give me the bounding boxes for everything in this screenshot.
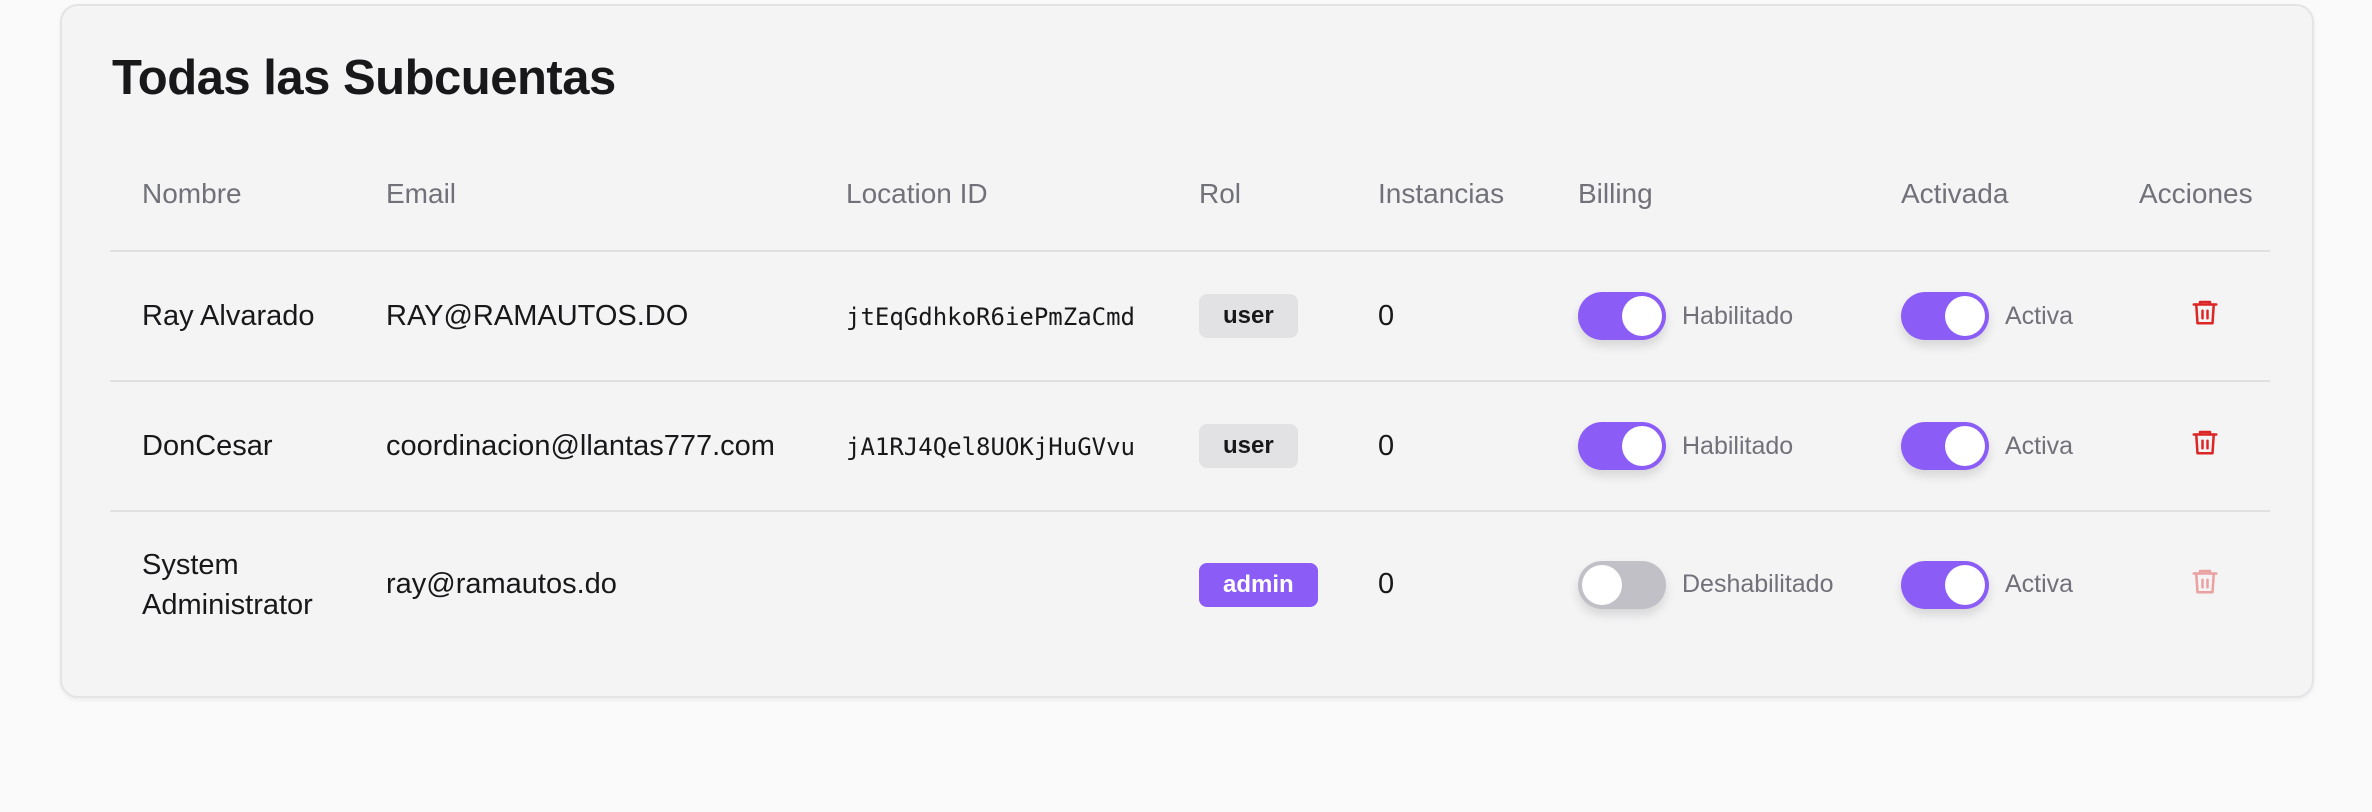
subaccounts-table: Nombre Email Location ID Rol Instancias … <box>110 138 2270 657</box>
table-row: System Administrator ray@ramautos.do adm… <box>110 510 2270 657</box>
toggle-knob <box>1582 564 1622 605</box>
row-instances: 0 <box>1378 568 1395 600</box>
delete-button[interactable] <box>2190 425 2220 467</box>
billing-status-label: Habilitado <box>1682 301 1794 330</box>
billing-status-label: Habilitado <box>1682 431 1794 460</box>
column-header-acciones: Acciones <box>2139 138 2270 252</box>
column-header-location-id: Location ID <box>846 138 1199 252</box>
trash-icon <box>2192 300 2217 325</box>
toggle-knob <box>1945 564 1985 605</box>
row-location-id: jA1RJ4Qel8UOKjHuGVvu <box>846 432 1135 461</box>
table-row: Ray Alvarado RAY@RAMAUTOS.DO jtEqGdhkoR6… <box>110 251 2270 381</box>
toggle-knob <box>1622 296 1662 336</box>
role-badge: user <box>1199 424 1298 468</box>
billing-toggle[interactable] <box>1578 422 1666 470</box>
delete-button[interactable] <box>2190 295 2220 337</box>
row-instances: 0 <box>1378 429 1395 462</box>
row-email: RAY@RAMAUTOS.DO <box>386 299 689 332</box>
trash-icon <box>2192 569 2217 593</box>
activated-toggle[interactable] <box>1901 422 1989 470</box>
column-header-instancias: Instancias <box>1378 138 1578 252</box>
row-location-id: jtEqGdhkoR6iePmZaCmd <box>846 302 1135 331</box>
billing-toggle[interactable] <box>1578 292 1666 340</box>
trash-icon <box>2192 430 2217 455</box>
row-instances: 0 <box>1378 299 1395 332</box>
row-name: System Administrator <box>142 548 313 621</box>
page-title: Todas las Subcuentas <box>112 51 616 105</box>
billing-toggle[interactable] <box>1578 560 1666 609</box>
billing-status-label: Deshabilitado <box>1682 570 1834 598</box>
role-badge: admin <box>1199 562 1318 607</box>
column-header-billing: Billing <box>1578 138 1901 252</box>
activated-status-label: Activa <box>2005 570 2074 598</box>
toggle-knob <box>1945 426 1985 466</box>
delete-button[interactable] <box>2190 564 2220 606</box>
row-name: Ray Alvarado <box>142 300 315 332</box>
table-header-row: Nombre Email Location ID Rol Instancias … <box>110 138 2270 252</box>
table-row: DonCesar coordinacion@llantas777.com jA1… <box>110 380 2270 511</box>
toggle-knob <box>1622 426 1662 466</box>
activated-status-label: Activa <box>2005 301 2074 330</box>
activated-toggle[interactable] <box>1901 560 1989 609</box>
column-header-nombre: Nombre <box>110 138 386 252</box>
subaccounts-card: Todas las Subcuentas Nombre Email Locati… <box>60 4 2314 698</box>
row-name: DonCesar <box>142 430 273 462</box>
row-email: ray@ramautos.do <box>386 568 617 600</box>
column-header-activada: Activada <box>1901 138 2139 252</box>
column-header-rol: Rol <box>1199 138 1378 252</box>
row-email: coordinacion@llantas777.com <box>386 429 775 462</box>
role-badge: user <box>1199 294 1298 338</box>
activated-toggle[interactable] <box>1901 292 1989 340</box>
column-header-email: Email <box>386 138 846 252</box>
toggle-knob <box>1945 296 1985 336</box>
activated-status-label: Activa <box>2005 431 2074 460</box>
